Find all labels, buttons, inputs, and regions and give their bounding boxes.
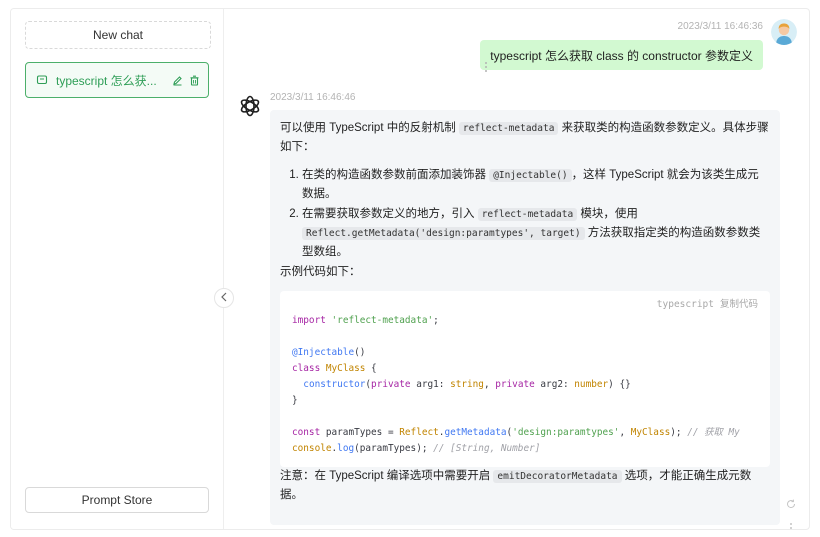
inline-code: emitDecoratorMetadata (493, 470, 622, 483)
chat-main: 2023/3/11 16:46:36 typescript 怎么获取 class… (224, 9, 809, 529)
sidebar: New chat typescript 怎么获... Prompt Store (11, 9, 224, 529)
user-message-timestamp: 2023/3/11 16:46:36 (677, 21, 763, 32)
bot-message-actions (785, 497, 797, 529)
prompt-store-button[interactable]: Prompt Store (25, 487, 209, 513)
copy-code-button[interactable]: 复制代码 (720, 299, 758, 310)
more-icon[interactable] (785, 521, 797, 529)
note-text: 注意：在 TypeScript 编译选项中需要开启 emitDecoratorM… (280, 470, 752, 501)
bot-intro-text: 可以使用 TypeScript 中的反射机制 reflect-metadata … (280, 122, 769, 153)
sidebar-chat-item[interactable]: typescript 怎么获... (25, 62, 209, 98)
delete-icon[interactable] (189, 75, 200, 86)
inline-code: reflect-metadata (477, 208, 578, 221)
openai-logo-icon (238, 94, 262, 118)
code-content: import 'reflect-metadata'; @Injectable()… (292, 315, 740, 454)
inline-code: @Injectable() (489, 169, 572, 182)
code-block-header: typescript 复制代码 (651, 296, 758, 314)
user-avatar (771, 19, 797, 45)
inline-code: Reflect.getMetadata('design:paramtypes',… (302, 227, 585, 240)
steps-list: 在类的构造函数参数前面添加装饰器 @Injectable()，这样 TypeSc… (280, 166, 770, 261)
inline-code: reflect-metadata (458, 122, 559, 135)
user-message-bubble: typescript 怎么获取 class 的 constructor 参数定义 (480, 40, 763, 70)
new-chat-button[interactable]: New chat (25, 21, 211, 49)
code-block: typescript 复制代码 import 'reflect-metadata'… (280, 291, 770, 467)
regenerate-icon[interactable] (785, 497, 797, 515)
chat-item-title: typescript 怎么获... (56, 73, 157, 88)
list-item: 在需要获取参数定义的地方，引入 reflect-metadata 模块，使用 R… (302, 205, 770, 261)
list-item: 在类的构造函数参数前面添加装饰器 @Injectable()，这样 TypeSc… (302, 166, 770, 203)
example-label: 示例代码如下： (280, 266, 361, 278)
bot-message-timestamp: 2023/3/11 16:46:46 (270, 92, 356, 103)
chat-bubble-icon (36, 74, 48, 86)
more-icon[interactable] (484, 61, 488, 73)
app-window: New chat typescript 怎么获... Prompt Store … (10, 8, 810, 530)
bot-message-bubble: 可以使用 TypeScript 中的反射机制 reflect-metadata … (270, 110, 780, 525)
code-language-label: typescript (656, 299, 714, 310)
edit-icon[interactable] (172, 75, 183, 86)
